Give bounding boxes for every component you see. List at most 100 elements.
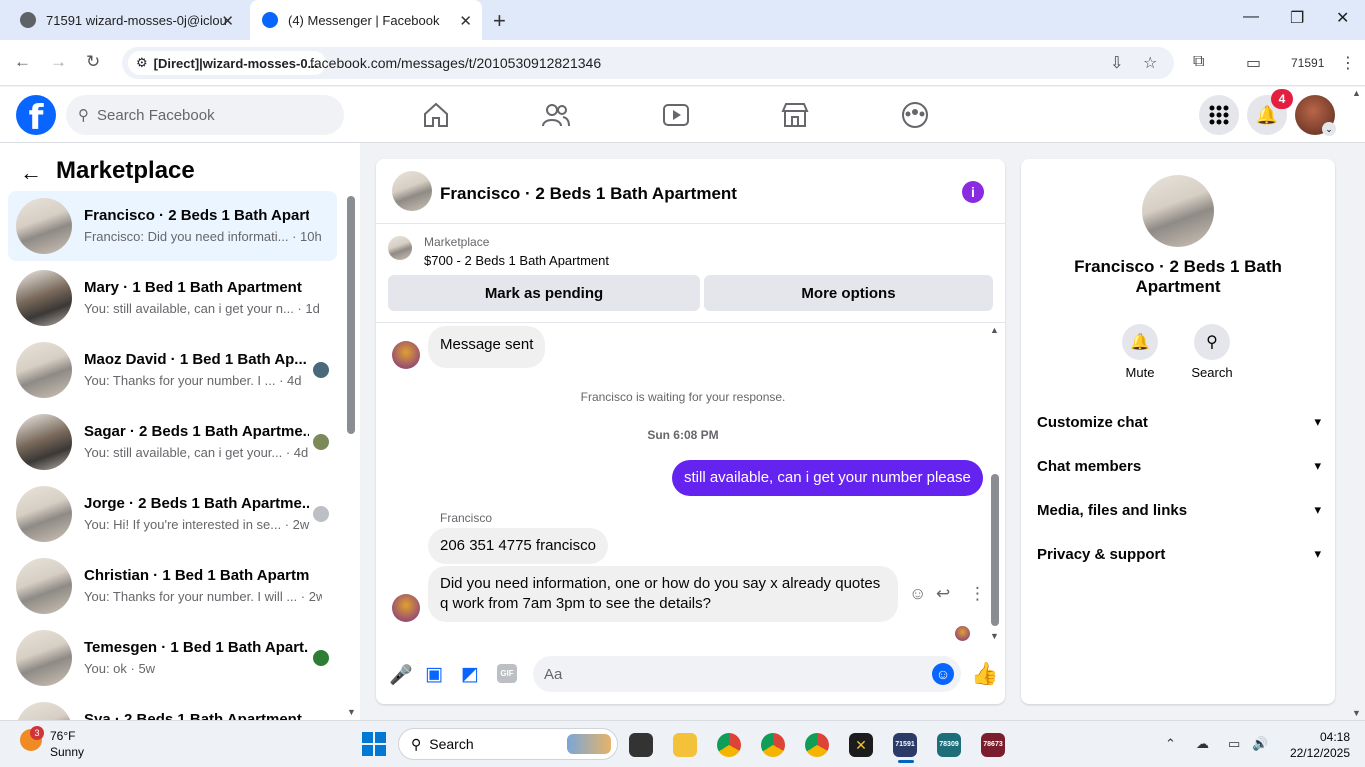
network-offline-icon[interactable]: ☁ [1196, 736, 1209, 752]
profile-app-icon[interactable]: 78673 [981, 733, 1005, 757]
sender-avatar[interactable] [392, 341, 420, 369]
customize-chat-section[interactable]: Customize chat ▾ [1037, 410, 1321, 434]
bookmark-star-icon[interactable]: ☆ [1143, 53, 1157, 73]
chat-scrollbar[interactable] [991, 474, 999, 626]
sticker-icon[interactable]: ◩ [461, 663, 479, 686]
menu-grid-icon[interactable] [1199, 95, 1239, 135]
message-bubble[interactable]: Message sent [428, 326, 546, 368]
mute-bell-icon[interactable]: 🔔 [1122, 324, 1158, 360]
scroll-up-arrow-icon[interactable]: ▲ [990, 325, 999, 335]
conversation-item[interactable]: Maoz David · 1 Bed 1 Bath Ap... You: Tha… [8, 335, 337, 405]
scroll-down-arrow-icon[interactable]: ▼ [347, 707, 356, 717]
maximize-icon[interactable]: ❐ [1290, 8, 1304, 28]
chat-title[interactable]: Francisco · 2 Beds 1 Bath Apartment [440, 184, 737, 204]
listing-title[interactable]: $700 - 2 Beds 1 Bath Apartment [424, 253, 609, 268]
account-chevron-icon[interactable]: ⌄ [1322, 122, 1336, 136]
more-actions-icon[interactable]: ⋮ [969, 584, 986, 604]
chevron-down-icon: ▾ [1314, 546, 1321, 561]
media-files-links-section[interactable]: Media, files and links ▾ [1037, 498, 1321, 522]
reload-icon[interactable]: ↻ [86, 52, 100, 72]
conversation-name: Temesgen · 1 Bed 1 Bath Apart... [84, 639, 309, 656]
windows-start-icon[interactable] [362, 732, 386, 756]
new-tab-icon[interactable]: + [493, 8, 506, 34]
weather-temperature[interactable]: 76°F [50, 729, 75, 743]
search-label[interactable]: Search [1177, 365, 1247, 380]
close-tab-icon[interactable]: ✕ [221, 12, 234, 30]
message-bubble[interactable]: Did you need information, one or how do … [428, 566, 898, 622]
close-tab-icon[interactable]: ✕ [459, 12, 472, 30]
url-text[interactable]: facebook.com/messages/t/2010530912821346 [310, 55, 601, 71]
friends-icon[interactable] [541, 100, 571, 130]
forward-icon[interactable]: → [50, 52, 67, 72]
chrome-profile-icon[interactable] [805, 733, 829, 757]
tray-chevron-up-icon[interactable]: ⌃ [1165, 736, 1176, 752]
conversation-item[interactable]: Temesgen · 1 Bed 1 Bath Apart... You: ok… [8, 623, 337, 693]
mark-as-pending-button[interactable]: Mark as pending [388, 275, 700, 311]
browser-tab-2[interactable]: (4) Messenger | Facebook ✕ [250, 0, 482, 40]
reply-icon[interactable]: ↩ [936, 584, 950, 604]
marketplace-icon[interactable] [780, 100, 810, 130]
message-input[interactable]: Aa [533, 656, 961, 692]
profile-app-icon[interactable]: 71591 [893, 733, 917, 757]
info-icon[interactable]: i [962, 181, 984, 203]
site-info-chip[interactable]: ⚙ [Direct]|wizard-mosses-0... [128, 51, 327, 75]
install-app-icon[interactable]: ⇩ [1110, 53, 1123, 73]
weather-condition[interactable]: Sunny [50, 745, 84, 759]
app-x-icon[interactable]: ✕ [849, 733, 873, 757]
chat-avatar[interactable] [392, 171, 432, 211]
scroll-down-arrow-icon[interactable]: ▼ [990, 631, 999, 641]
extensions-icon[interactable]: ⧉ [1193, 53, 1204, 71]
page-scroll-down-icon[interactable]: ▼ [1352, 708, 1361, 718]
message-bubble[interactable]: 206 351 4775 francisco [428, 528, 608, 564]
minimize-icon[interactable]: — [1243, 8, 1259, 26]
more-options-button[interactable]: More options [704, 275, 993, 311]
react-emoji-icon[interactable]: ☺ [909, 584, 926, 604]
facebook-search-input[interactable]: ⚲ Search Facebook [66, 95, 344, 135]
thumbs-up-icon[interactable]: 👍 [971, 661, 998, 687]
chat-members-section[interactable]: Chat members ▾ [1037, 454, 1321, 478]
back-arrow-icon[interactable]: ← [20, 160, 42, 186]
video-icon[interactable] [661, 100, 691, 130]
back-icon[interactable]: ← [14, 52, 31, 72]
taskbar-search-input[interactable]: ⚲ Search [398, 728, 618, 760]
listing-thumbnail[interactable] [388, 236, 412, 260]
photo-icon[interactable]: ▣ [425, 663, 443, 686]
conversation-item[interactable]: Christian · 1 Bed 1 Bath Apartment You: … [8, 551, 337, 621]
close-window-icon[interactable]: ✕ [1336, 8, 1349, 28]
file-explorer-icon[interactable] [673, 733, 697, 757]
conversation-preview: You: ok · 5w [84, 661, 156, 676]
page-scroll-up-icon[interactable]: ▲ [1352, 88, 1361, 98]
tab-search-icon[interactable]: ▭ [1246, 53, 1261, 73]
conversation-list-scrollbar[interactable] [347, 196, 355, 434]
mute-label[interactable]: Mute [1105, 365, 1175, 380]
clock-date[interactable]: 22/12/2025 [1274, 746, 1350, 760]
privacy-support-section[interactable]: Privacy & support ▾ [1037, 542, 1321, 566]
volume-icon[interactable]: 🔊 [1252, 736, 1268, 752]
groups-icon[interactable] [900, 100, 930, 130]
outgoing-message-bubble[interactable]: still available, can i get your number p… [672, 460, 983, 496]
conversation-item[interactable]: Sagar · 2 Beds 1 Bath Apartme... You: st… [8, 407, 337, 477]
search-highlight-icon [567, 734, 611, 754]
chat-info-avatar[interactable] [1142, 175, 1214, 247]
emoji-icon[interactable]: ☺ [932, 663, 954, 685]
conversation-item[interactable]: Mary · 1 Bed 1 Bath Apartment You: still… [8, 263, 337, 333]
profile-app-icon[interactable]: 78309 [937, 733, 961, 757]
chrome-icon[interactable] [717, 733, 741, 757]
task-view-icon[interactable] [629, 733, 653, 757]
menu-kebab-icon[interactable]: ⋮ [1340, 53, 1356, 73]
browser-tab-1[interactable]: 71591 wizard-mosses-0j@iclou ✕ [8, 0, 244, 40]
conversation-item[interactable]: Sya · 2 Beds 1 Bath Apartment [8, 695, 337, 720]
divider [376, 322, 1005, 323]
facebook-logo-icon[interactable]: f [16, 95, 56, 138]
chrome-profile-icon[interactable] [761, 733, 785, 757]
microphone-icon[interactable]: 🎤 [389, 663, 413, 687]
search-chat-icon[interactable]: ⚲ [1194, 324, 1230, 360]
profile-label[interactable]: 71591 [1291, 56, 1324, 70]
home-icon[interactable] [421, 100, 451, 130]
conversation-item[interactable]: Francisco · 2 Beds 1 Bath Apart... Franc… [8, 191, 337, 261]
gif-icon[interactable]: GIF [497, 664, 517, 683]
clock-time[interactable]: 04:18 [1290, 730, 1350, 744]
conversation-item[interactable]: Jorge · 2 Beds 1 Bath Apartme... You: Hi… [8, 479, 337, 549]
display-icon[interactable]: ▭ [1228, 736, 1240, 752]
sender-avatar[interactable] [392, 594, 420, 622]
